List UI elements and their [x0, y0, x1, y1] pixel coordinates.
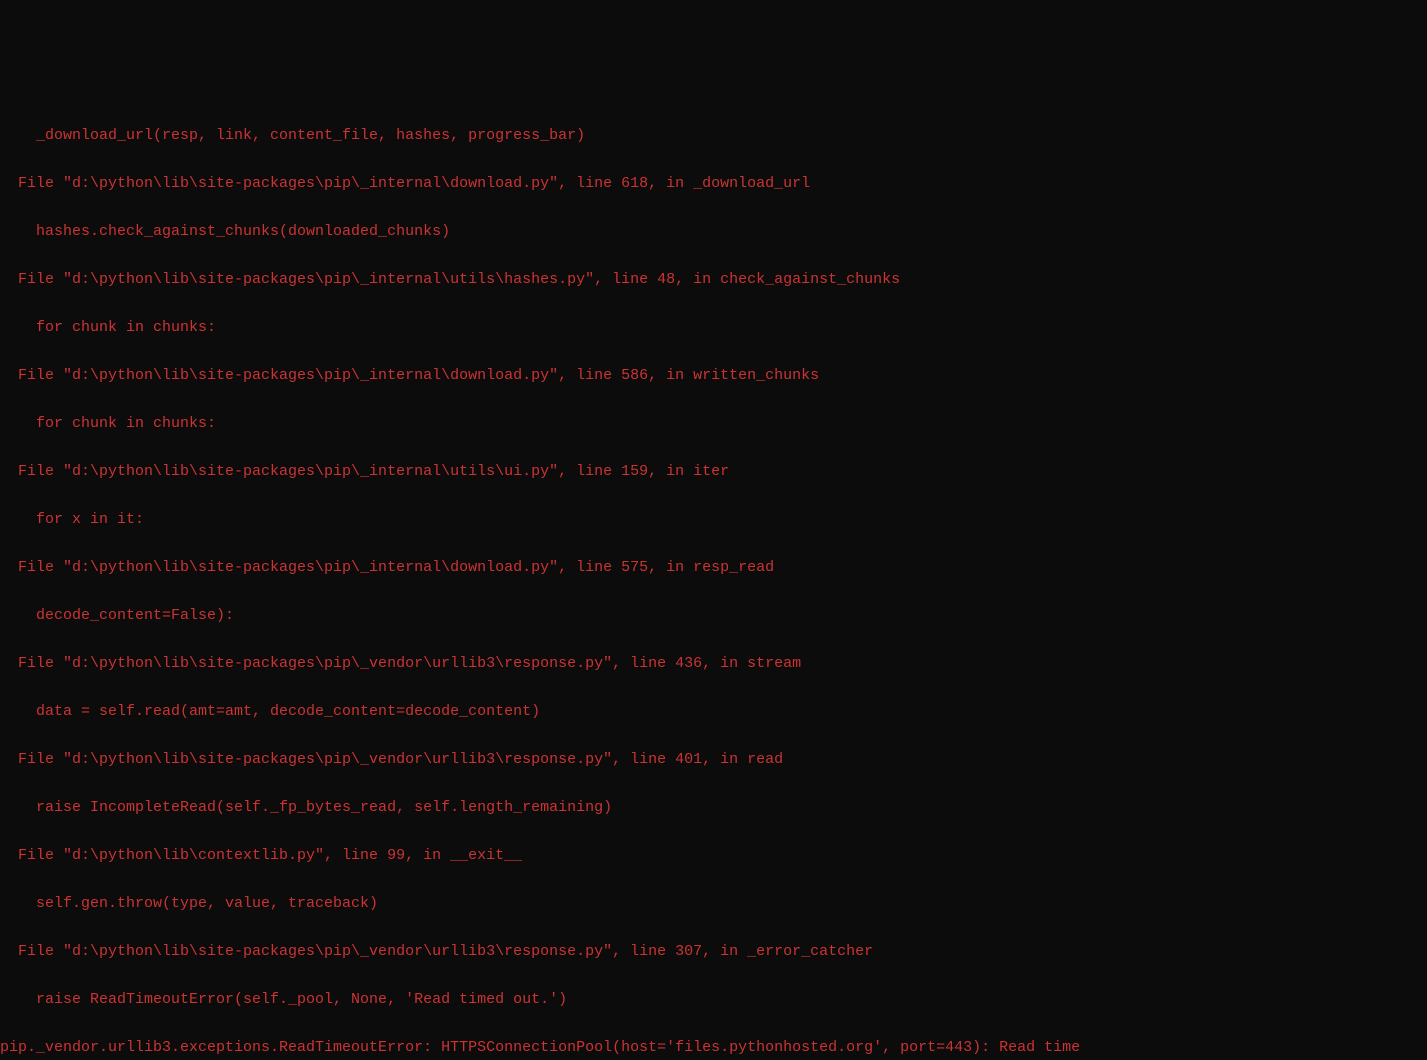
traceback-code-line: self.gen.throw(type, value, traceback) [0, 892, 1427, 916]
traceback-file-line: File "d:\python\lib\contextlib.py", line… [0, 844, 1427, 868]
traceback-code-line: raise ReadTimeoutError(self._pool, None,… [0, 988, 1427, 1012]
traceback-code-line: _download_url(resp, link, content_file, … [0, 124, 1427, 148]
traceback-code-line: for chunk in chunks: [0, 316, 1427, 340]
traceback-file-line: File "d:\python\lib\site-packages\pip\_i… [0, 460, 1427, 484]
traceback-file-line: File "d:\python\lib\site-packages\pip\_v… [0, 748, 1427, 772]
traceback-code-line: decode_content=False): [0, 604, 1427, 628]
traceback-file-line: File "d:\python\lib\site-packages\pip\_i… [0, 364, 1427, 388]
traceback-code-line: for x in it: [0, 508, 1427, 532]
traceback-code-line: raise IncompleteRead(self._fp_bytes_read… [0, 796, 1427, 820]
traceback-file-line: File "d:\python\lib\site-packages\pip\_i… [0, 172, 1427, 196]
traceback-code-line: data = self.read(amt=amt, decode_content… [0, 700, 1427, 724]
terminal-output: _download_url(resp, link, content_file, … [0, 100, 1427, 1060]
traceback-code-line: hashes.check_against_chunks(downloaded_c… [0, 220, 1427, 244]
traceback-file-line: File "d:\python\lib\site-packages\pip\_i… [0, 268, 1427, 292]
traceback-file-line: File "d:\python\lib\site-packages\pip\_v… [0, 940, 1427, 964]
traceback-file-line: File "d:\python\lib\site-packages\pip\_i… [0, 556, 1427, 580]
error-message-line: pip._vendor.urllib3.exceptions.ReadTimeo… [0, 1036, 1427, 1060]
traceback-file-line: File "d:\python\lib\site-packages\pip\_v… [0, 652, 1427, 676]
traceback-code-line: for chunk in chunks: [0, 412, 1427, 436]
